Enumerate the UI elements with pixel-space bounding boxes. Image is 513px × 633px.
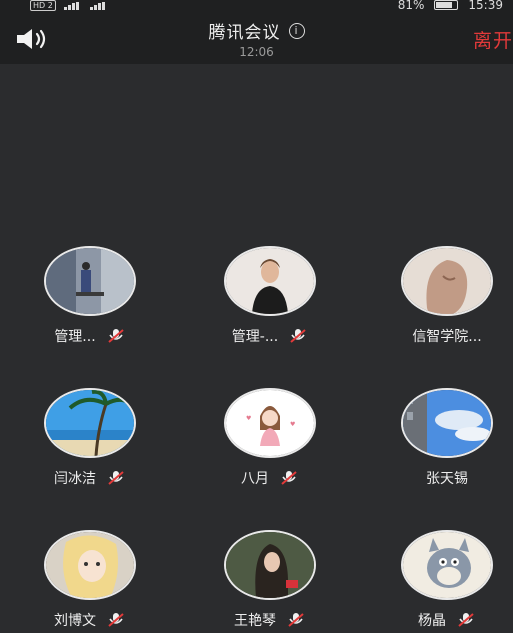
avatar bbox=[44, 246, 136, 316]
avatar bbox=[44, 388, 136, 458]
mic-muted-icon bbox=[108, 329, 124, 343]
signal-icon bbox=[89, 1, 108, 10]
participant-tile[interactable]: 闫冰洁 bbox=[5, 388, 175, 488]
mic-muted-icon bbox=[281, 471, 297, 485]
participant-tile[interactable]: ♥ ♥ 八月 bbox=[185, 388, 355, 488]
leave-button[interactable]: 离开 bbox=[473, 26, 513, 53]
participant-tile[interactable]: 张天锡 bbox=[362, 388, 513, 488]
avatar bbox=[44, 530, 136, 600]
info-icon[interactable]: i bbox=[288, 22, 305, 39]
participant-tile[interactable]: 王艳琴 bbox=[185, 530, 355, 630]
meeting-header: 腾讯会议 i 12:06 离开 bbox=[0, 12, 513, 64]
mic-muted-icon bbox=[458, 613, 474, 627]
participant-name: 闫冰洁 bbox=[54, 471, 96, 487]
mic-muted-icon bbox=[290, 329, 306, 343]
title-block: 腾讯会议 i 12:06 bbox=[0, 18, 513, 59]
avatar bbox=[224, 246, 316, 316]
participant-name: 刘博文 bbox=[54, 613, 96, 629]
participant-tile[interactable]: 管理... bbox=[5, 246, 175, 346]
participant-name: 管理... bbox=[54, 329, 96, 345]
mic-muted-icon bbox=[288, 613, 304, 627]
svg-text:♥: ♥ bbox=[246, 415, 251, 422]
participant-name: 杨晶 bbox=[418, 613, 446, 629]
avatar: ♥ ♥ bbox=[224, 388, 316, 458]
participant-tile[interactable]: 杨晶 bbox=[362, 530, 513, 630]
participant-name: 信智学院... bbox=[412, 329, 482, 345]
svg-text:♥: ♥ bbox=[290, 421, 295, 428]
battery-icon bbox=[434, 0, 459, 10]
participant-tile[interactable]: 管理-... bbox=[185, 246, 355, 346]
participant-name: 八月 bbox=[241, 471, 269, 487]
status-bar: HD 2 81% 15:39 bbox=[0, 0, 513, 12]
hd-badge: HD 2 bbox=[30, 0, 56, 11]
participant-tile[interactable]: 刘博文 bbox=[5, 530, 175, 630]
avatar bbox=[224, 530, 316, 600]
participant-tile[interactable]: 信智学院... bbox=[362, 246, 513, 346]
mic-muted-icon bbox=[108, 613, 124, 627]
avatar bbox=[401, 246, 493, 316]
status-time: 15:39 bbox=[468, 0, 503, 12]
avatar bbox=[401, 530, 493, 600]
participant-name: 张天锡 bbox=[426, 471, 468, 487]
signal-icon bbox=[63, 1, 82, 10]
participant-name: 王艳琴 bbox=[234, 613, 276, 629]
mic-muted-icon bbox=[108, 471, 124, 485]
meeting-timer: 12:06 bbox=[239, 45, 274, 59]
battery-percent: 81% bbox=[397, 0, 425, 12]
participant-name: 管理-... bbox=[231, 329, 279, 345]
avatar bbox=[401, 388, 493, 458]
meeting-title: 腾讯会议 bbox=[208, 23, 281, 43]
